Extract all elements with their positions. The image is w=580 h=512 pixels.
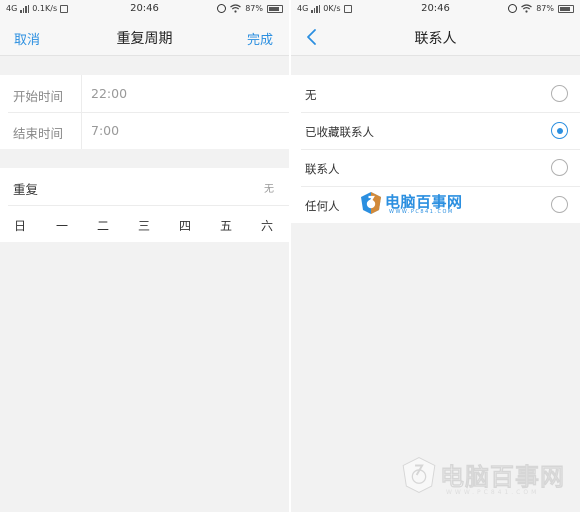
watermark-url: WWW.PC841.COM xyxy=(446,489,540,496)
wifi-icon xyxy=(230,4,242,13)
radio-button[interactable] xyxy=(551,159,568,176)
weekday-wednesday[interactable]: 三 xyxy=(136,217,152,234)
repeat-cycle-screen: 4G 0.1K/s 20:46 87% 取消 重复周期 完成 开始时间 22:0… xyxy=(0,0,289,512)
status-bar: 4G 0.1K/s 20:46 87% xyxy=(0,0,289,18)
repeat-group: 重复 无 日 一 二 三 四 五 六 xyxy=(0,168,289,242)
contacts-screen: 4G 0K/s 20:46 87% 联系人 无 已收藏联系人 联系人 任何人 电… xyxy=(291,0,580,512)
weekday-friday[interactable]: 五 xyxy=(218,217,234,234)
option-label: 已收藏联系人 xyxy=(305,125,374,139)
weekday-sunday[interactable]: 日 xyxy=(12,217,28,234)
option-contacts[interactable]: 联系人 xyxy=(291,149,580,186)
radio-button[interactable] xyxy=(551,85,568,102)
done-button[interactable]: 完成 xyxy=(247,29,273,48)
option-favorite-contacts[interactable]: 已收藏联系人 xyxy=(291,112,580,149)
weekday-saturday[interactable]: 六 xyxy=(259,217,275,234)
weekday-monday[interactable]: 一 xyxy=(54,217,70,234)
option-label: 任何人 xyxy=(305,199,340,213)
start-time-value[interactable]: 22:00 xyxy=(91,86,127,101)
watermark-text: 电脑百事网 xyxy=(440,463,565,492)
repeat-row[interactable]: 重复 无 xyxy=(0,168,289,205)
repeat-label: 重复 xyxy=(13,182,39,197)
battery-percent: 87% xyxy=(245,4,263,13)
weekday-selector: 日 一 二 三 四 五 六 xyxy=(8,205,289,242)
page-title: 重复周期 xyxy=(116,31,173,47)
alarm-icon xyxy=(217,4,227,13)
option-label: 联系人 xyxy=(305,162,340,176)
end-time-row[interactable]: 结束时间 7:00 xyxy=(0,112,289,149)
option-label: 无 xyxy=(305,88,317,102)
watermark-large: 电脑百事网 WWW.PC841.COM xyxy=(400,453,580,508)
status-bar: 4G 0K/s 20:46 87% xyxy=(291,0,580,18)
watermark-url: WWW.PC841.COM xyxy=(389,209,454,215)
start-time-row[interactable]: 开始时间 22:00 xyxy=(0,75,289,112)
navigation-bar: 取消 重复周期 完成 xyxy=(0,18,289,56)
end-time-label: 结束时间 xyxy=(13,126,64,141)
watermark-logo-icon xyxy=(402,457,436,493)
time-settings-group: 开始时间 22:00 结束时间 7:00 xyxy=(0,75,289,149)
repeat-value: 无 xyxy=(264,184,274,195)
end-time-value[interactable]: 7:00 xyxy=(91,123,119,138)
weekday-thursday[interactable]: 四 xyxy=(177,217,193,234)
watermark-logo-icon xyxy=(361,192,381,214)
radio-button[interactable] xyxy=(551,196,568,213)
page-title: 联系人 xyxy=(414,31,457,47)
battery-icon xyxy=(267,4,283,13)
weekday-tuesday[interactable]: 二 xyxy=(95,217,111,234)
navigation-bar: 联系人 xyxy=(291,18,580,56)
battery-icon xyxy=(558,4,574,13)
watermark-small: 电脑百事网 WWW.PC841.COM xyxy=(359,189,479,219)
battery-percent: 87% xyxy=(536,4,554,13)
wifi-icon xyxy=(521,4,533,13)
radio-button-selected[interactable] xyxy=(551,122,568,139)
alarm-icon xyxy=(508,4,518,13)
option-none[interactable]: 无 xyxy=(291,75,580,112)
start-time-label: 开始时间 xyxy=(13,89,64,104)
